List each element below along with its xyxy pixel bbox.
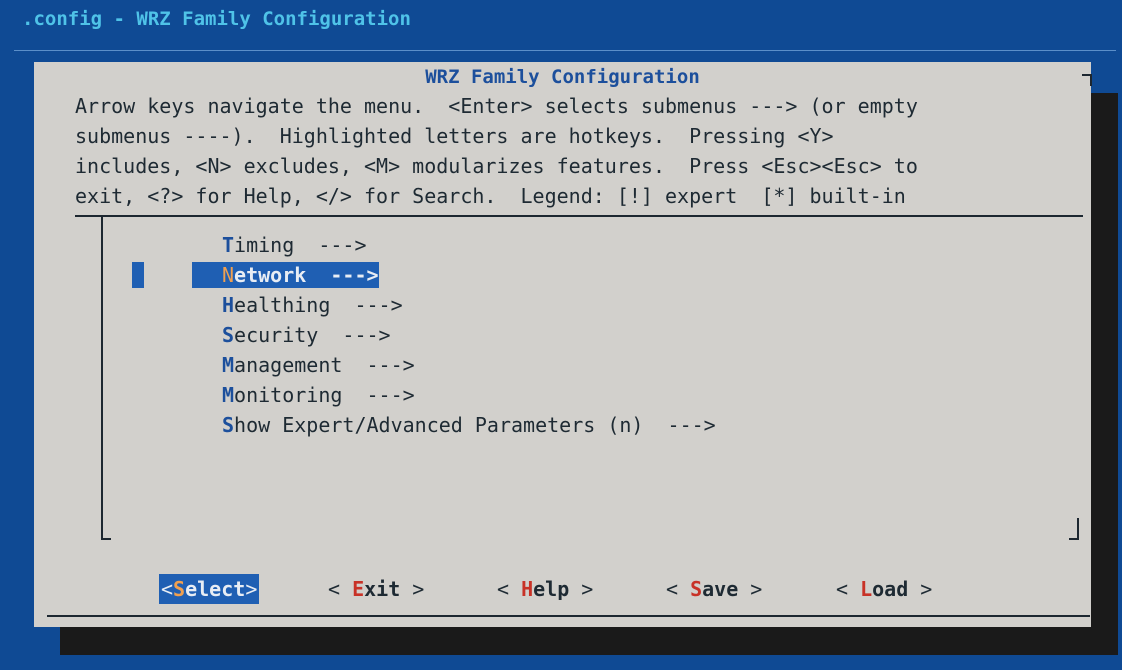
button-bracket: < xyxy=(666,577,691,601)
select-button[interactable]: <Select> xyxy=(159,574,260,604)
selection-cursor xyxy=(132,262,144,288)
help-text-line: exit, <?> for Help, </> for Search. Lege… xyxy=(75,184,906,208)
submenu-arrow: ---> xyxy=(318,323,391,347)
help-text-line: Arrow keys navigate the menu. <Enter> se… xyxy=(75,94,918,118)
submenu-arrow: ---> xyxy=(294,233,367,257)
button-bracket: > xyxy=(908,577,933,601)
menu-item-network[interactable]: Network ---> xyxy=(192,262,379,288)
submenu-arrow: ---> xyxy=(643,413,716,437)
hotkey-letter: N xyxy=(222,263,235,287)
menu-list: Timing ---> Network ---> Healthing ---> … xyxy=(67,216,1085,540)
submenu-arrow: ---> xyxy=(330,293,403,317)
dialog-bottom-border xyxy=(47,615,1090,617)
menu-item-monitoring[interactable]: Monitoring ---> xyxy=(222,382,415,408)
hotkey-letter: H xyxy=(222,293,235,317)
hotkey-letter: S xyxy=(222,323,235,347)
button-bracket: > xyxy=(400,577,425,601)
help-button[interactable]: < Help > xyxy=(497,574,593,604)
menu-item-security[interactable]: Security ---> xyxy=(222,322,391,348)
hotkey-letter: S xyxy=(173,577,186,601)
dialog-corner xyxy=(1082,74,1092,86)
hotkey-letter: H xyxy=(521,577,534,601)
button-label: elp xyxy=(533,577,570,601)
submenu-arrow: ---> xyxy=(306,263,379,287)
menu-border-corner xyxy=(1069,538,1079,540)
menu-item-timing[interactable]: Timing ---> xyxy=(222,232,367,258)
button-label: oad xyxy=(872,577,909,601)
button-bracket: > xyxy=(245,577,258,601)
hotkey-letter: M xyxy=(222,353,235,377)
menu-item-management[interactable]: Management ---> xyxy=(222,352,415,378)
hotkey-letter: E xyxy=(352,577,365,601)
hotkey-letter: T xyxy=(222,233,235,257)
hotkey-letter: S xyxy=(222,413,235,437)
button-bracket: < xyxy=(497,577,522,601)
button-label: xit xyxy=(364,577,401,601)
submenu-arrow: ---> xyxy=(342,353,415,377)
menu-border-right xyxy=(1077,518,1079,540)
button-bracket: > xyxy=(569,577,594,601)
menu-item-label: how Expert/Advanced Parameters (n) xyxy=(234,413,644,437)
submenu-arrow: ---> xyxy=(342,383,415,407)
menu-item-label: ecurity xyxy=(234,323,319,347)
config-dialog: WRZ Family Configuration Arrow keys navi… xyxy=(34,62,1091,627)
menu-item-expert-params[interactable]: Show Expert/Advanced Parameters (n) ---> xyxy=(222,412,716,438)
button-label: ave xyxy=(702,577,739,601)
menu-item-label: etwork xyxy=(234,263,307,287)
button-label: elect xyxy=(185,577,246,601)
menu-item-healthing[interactable]: Healthing ---> xyxy=(222,292,403,318)
exit-button[interactable]: < Exit > xyxy=(328,574,424,604)
button-bracket: < xyxy=(161,577,174,601)
menu-border-left xyxy=(101,216,103,540)
button-bracket: > xyxy=(738,577,763,601)
hotkey-letter: S xyxy=(690,577,703,601)
hotkey-letter: M xyxy=(222,383,235,407)
menu-item-label: iming xyxy=(234,233,295,257)
hotkey-letter: L xyxy=(860,577,873,601)
save-button[interactable]: < Save > xyxy=(666,574,762,604)
title-divider xyxy=(14,50,1116,51)
help-text-line: submenus ----). Highlighted letters are … xyxy=(75,124,834,148)
button-bracket: < xyxy=(836,577,861,601)
load-button[interactable]: < Load > xyxy=(836,574,932,604)
menu-border-bottom xyxy=(101,538,111,540)
dialog-title: WRZ Family Configuration xyxy=(425,66,700,88)
help-text-line: includes, <N> excludes, <M> modularizes … xyxy=(75,154,918,178)
button-bracket: < xyxy=(328,577,353,601)
window-title: .config - WRZ Family Configuration xyxy=(22,8,411,30)
menu-item-label: onitoring xyxy=(234,383,343,407)
menu-item-label: ealthing xyxy=(234,293,331,317)
menu-item-label: anagement xyxy=(234,353,343,377)
